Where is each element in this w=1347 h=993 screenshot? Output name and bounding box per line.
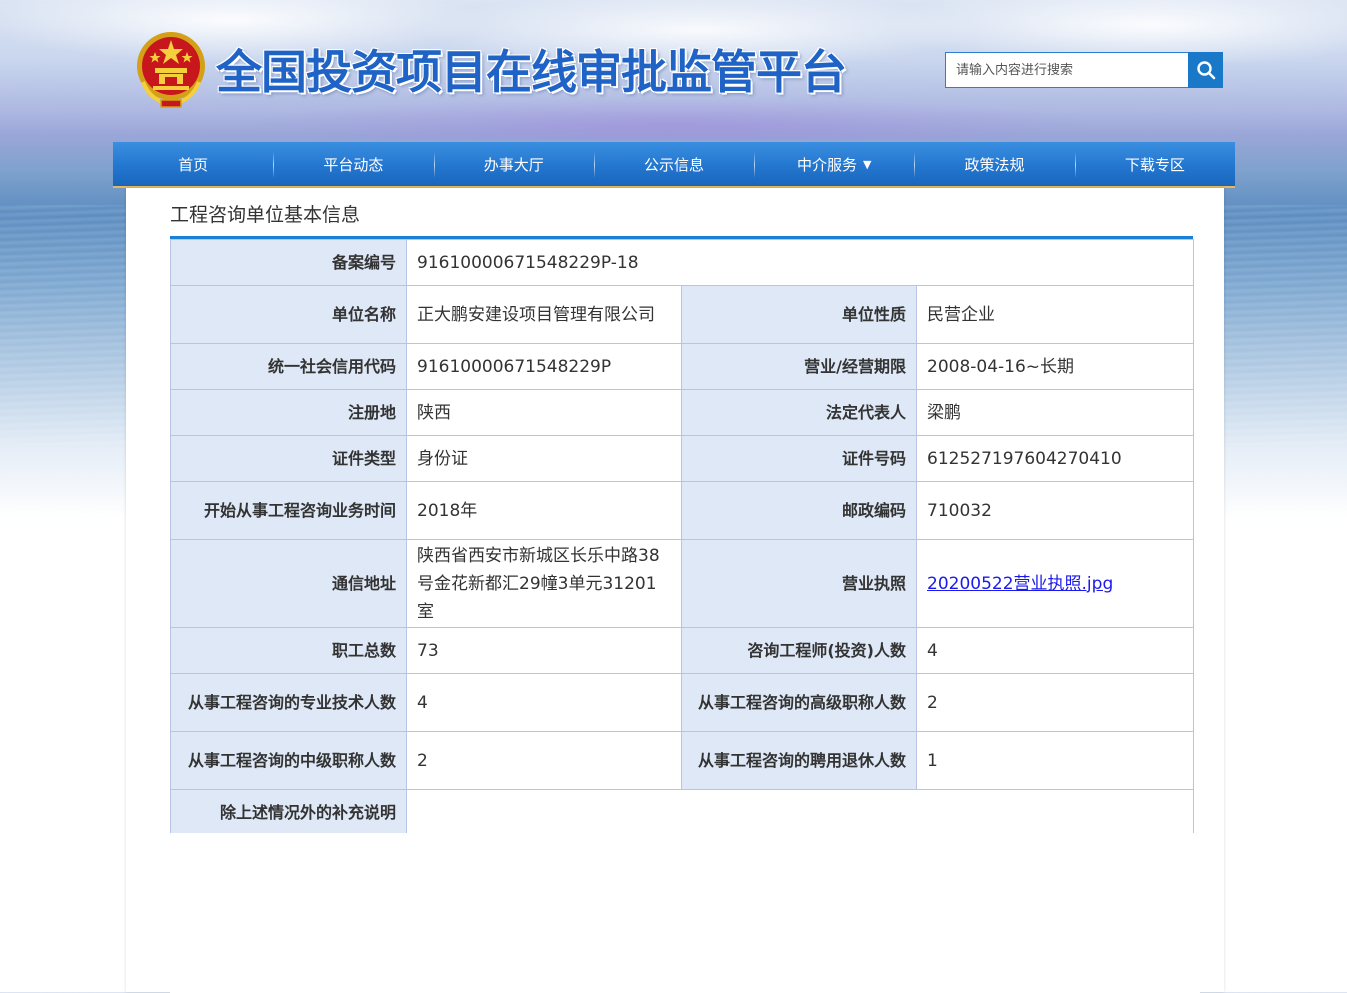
page-title: 工程咨询单位基本信息 <box>170 204 361 226</box>
search-input[interactable] <box>945 52 1188 88</box>
nav-item-downloads[interactable]: 下载专区 <box>1074 142 1235 186</box>
tech-staff-label: 从事工程咨询的专业技术人数 <box>170 673 407 732</box>
staff-total-value: 73 <box>406 627 682 674</box>
unit-info-table: 备案编号 91610000671548229P-18 单位名称 正大鹏安建设项目… <box>170 239 1195 836</box>
table-row: 通信地址 陕西省西安市新城区长乐中路38号金花新都汇29幢3单元31201室 营… <box>170 539 1195 628</box>
reg-place-value: 陕西 <box>406 389 682 436</box>
record-no-label: 备案编号 <box>170 239 407 286</box>
postcode-label: 邮政编码 <box>681 481 917 540</box>
record-no-value: 91610000671548229P-18 <box>405 239 1195 286</box>
legal-rep-label: 法定代表人 <box>681 389 917 436</box>
tech-staff-value: 4 <box>406 673 682 732</box>
table-row: 注册地 陕西 法定代表人 梁鹏 <box>170 389 1195 436</box>
cert-type-label: 证件类型 <box>170 435 407 482</box>
start-time-value: 2018年 <box>406 481 682 540</box>
main-nav: 首页 平台动态 办事大厅 公示信息 中介服务 ▼ 政策法规 下载专区 <box>113 142 1235 188</box>
retired-value: 1 <box>915 731 1195 790</box>
cert-no-label: 证件号码 <box>681 435 917 482</box>
unit-name-label: 单位名称 <box>170 285 407 344</box>
nav-item-service-hall[interactable]: 办事大厅 <box>433 142 594 186</box>
reg-place-label: 注册地 <box>170 389 407 436</box>
nav-item-label: 政策法规 <box>964 155 1025 174</box>
table-row: 证件类型 身份证 证件号码 612527197604270410 <box>170 435 1195 482</box>
license-label: 营业执照 <box>681 539 917 628</box>
supplement-value <box>405 789 1195 836</box>
table-row: 备案编号 91610000671548229P-18 <box>170 239 1195 286</box>
engineers-label: 咨询工程师(投资)人数 <box>681 627 917 674</box>
table-row: 从事工程咨询的专业技术人数 4 从事工程咨询的高级职称人数 2 <box>170 673 1195 732</box>
address-value: 陕西省西安市新城区长乐中路38号金花新都汇29幢3单元31201室 <box>406 539 682 628</box>
nav-item-home[interactable]: 首页 <box>113 142 273 186</box>
start-time-label: 开始从事工程咨询业务时间 <box>170 481 407 540</box>
senior-title-label: 从事工程咨询的高级职称人数 <box>681 673 917 732</box>
middle-title-label: 从事工程咨询的中级职称人数 <box>170 731 407 790</box>
search-icon <box>1196 61 1215 80</box>
credit-code-label: 统一社会信用代码 <box>170 343 407 390</box>
engineers-value: 4 <box>915 627 1195 674</box>
supplement-label: 除上述情况外的补充说明 <box>170 789 407 836</box>
nav-item-policies[interactable]: 政策法规 <box>914 142 1074 186</box>
license-file-link[interactable]: 20200522营业执照.jpg <box>927 574 1113 594</box>
staff-total-label: 职工总数 <box>170 627 407 674</box>
cert-no-value: 612527197604270410 <box>915 435 1195 482</box>
search-box <box>945 52 1223 88</box>
middle-title-value: 2 <box>406 731 682 790</box>
postcode-value: 710032 <box>915 481 1195 540</box>
table-row: 开始从事工程咨询业务时间 2018年 邮政编码 710032 <box>170 481 1195 540</box>
nav-item-label: 下载专区 <box>1124 155 1185 174</box>
credit-code-value: 91610000671548229P <box>406 343 682 390</box>
nav-item-platform-news[interactable]: 平台动态 <box>273 142 433 186</box>
unit-nature-value: 民营企业 <box>915 285 1195 344</box>
legal-rep-value: 梁鹏 <box>915 389 1195 436</box>
retired-label: 从事工程咨询的聘用退休人数 <box>681 731 917 790</box>
nav-item-label: 平台动态 <box>323 155 384 174</box>
nav-item-label: 中介服务 <box>797 155 858 174</box>
table-row: 除上述情况外的补充说明 <box>170 789 1195 836</box>
content-blank-area <box>170 833 1200 993</box>
table-row: 从事工程咨询的中级职称人数 2 从事工程咨询的聘用退休人数 1 <box>170 731 1195 790</box>
business-term-value: 2008-04-16~长期 <box>915 343 1195 390</box>
table-row: 单位名称 正大鹏安建设项目管理有限公司 单位性质 民营企业 <box>170 285 1195 344</box>
unit-nature-label: 单位性质 <box>681 285 917 344</box>
national-emblem-icon <box>137 32 205 108</box>
table-row: 职工总数 73 咨询工程师(投资)人数 4 <box>170 627 1195 674</box>
site-header: 全国投资项目在线审批监管平台 <box>0 0 1347 140</box>
address-label: 通信地址 <box>170 539 407 628</box>
license-cell: 20200522营业执照.jpg <box>915 539 1195 628</box>
senior-title-value: 2 <box>915 673 1195 732</box>
nav-item-intermediary-services[interactable]: 中介服务 ▼ <box>754 142 914 186</box>
nav-item-label: 公示信息 <box>643 155 704 174</box>
business-term-label: 营业/经营期限 <box>681 343 917 390</box>
table-row: 统一社会信用代码 91610000671548229P 营业/经营期限 2008… <box>170 343 1195 390</box>
site-title: 全国投资项目在线审批监管平台 <box>216 45 847 99</box>
nav-item-label: 首页 <box>178 155 209 174</box>
nav-item-public-info[interactable]: 公示信息 <box>593 142 754 186</box>
content-panel: 工程咨询单位基本信息 备案编号 91610000671548229P-18 单位… <box>126 188 1224 993</box>
nav-item-label: 办事大厅 <box>483 155 544 174</box>
search-button[interactable] <box>1188 52 1223 88</box>
unit-name-value: 正大鹏安建设项目管理有限公司 <box>406 285 682 344</box>
chevron-down-icon: ▼ <box>863 157 872 171</box>
cert-type-value: 身份证 <box>406 435 682 482</box>
